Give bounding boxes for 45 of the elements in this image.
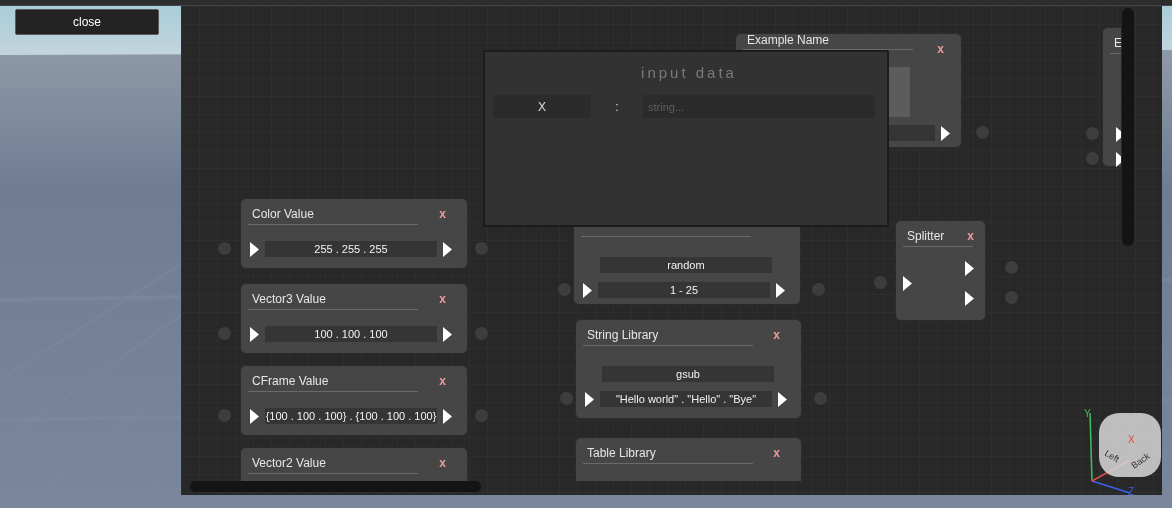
pin-arrow-icon bbox=[585, 391, 594, 407]
close-button[interactable]: close bbox=[15, 9, 159, 35]
key-label: X bbox=[493, 95, 591, 118]
close-node-button[interactable]: x bbox=[773, 328, 780, 342]
pin-arrow-icon bbox=[776, 282, 785, 298]
value-field[interactable]: random bbox=[600, 257, 772, 273]
node-title: Vector3 Value bbox=[252, 292, 326, 306]
pin-arrow-icon bbox=[250, 241, 259, 257]
node-card[interactable] bbox=[895, 220, 986, 321]
pin-arrow-icon bbox=[443, 326, 452, 342]
value-field[interactable]: "Hello world" . "Hello" . "Bye" bbox=[600, 391, 772, 407]
close-node-button[interactable]: x bbox=[439, 456, 446, 470]
value-field[interactable]: gsub bbox=[602, 366, 774, 382]
pin-arrow-icon bbox=[965, 260, 974, 276]
close-node-button[interactable]: x bbox=[439, 292, 446, 306]
separator-label: : bbox=[614, 99, 620, 114]
pin-arrow-icon bbox=[443, 408, 452, 424]
pin-arrow-icon bbox=[903, 275, 912, 291]
node-title: CFrame Value bbox=[252, 374, 329, 388]
pin-arrow-icon bbox=[443, 241, 452, 257]
pin-arrow-icon bbox=[250, 408, 259, 424]
pin-arrow-icon bbox=[941, 125, 950, 141]
node-title: Color Value bbox=[252, 207, 314, 221]
pin-arrow-icon bbox=[583, 282, 592, 298]
pin-arrow-icon bbox=[965, 290, 974, 306]
value-field[interactable]: 255 . 255 . 255 bbox=[265, 241, 437, 257]
dialog-title: input data bbox=[641, 64, 737, 81]
horizontal-scrollbar[interactable] bbox=[190, 481, 481, 492]
close-node-button[interactable]: x bbox=[937, 42, 944, 56]
value-field[interactable]: 1 - 25 bbox=[598, 282, 770, 298]
node-title: Vector2 Value bbox=[252, 456, 326, 470]
value-field[interactable]: {100 . 100 . 100} . {100 . 100 . 100} bbox=[265, 408, 437, 424]
pin-arrow-icon bbox=[250, 326, 259, 342]
close-node-button[interactable]: x bbox=[773, 446, 780, 460]
node-title: Example Name bbox=[747, 34, 830, 47]
close-node-button[interactable]: x bbox=[439, 374, 446, 388]
node-title: Table Library bbox=[587, 446, 656, 460]
node-title: String Library bbox=[587, 328, 659, 342]
pin-arrow-icon bbox=[778, 391, 787, 407]
close-node-button[interactable]: x bbox=[967, 229, 974, 243]
value-field[interactable]: 100 . 100 . 100 bbox=[265, 326, 437, 342]
node-title: Splitter bbox=[907, 229, 945, 243]
node-title: E bbox=[1114, 36, 1121, 50]
vertical-scrollbar[interactable] bbox=[1122, 8, 1134, 246]
close-node-button[interactable]: x bbox=[439, 207, 446, 221]
